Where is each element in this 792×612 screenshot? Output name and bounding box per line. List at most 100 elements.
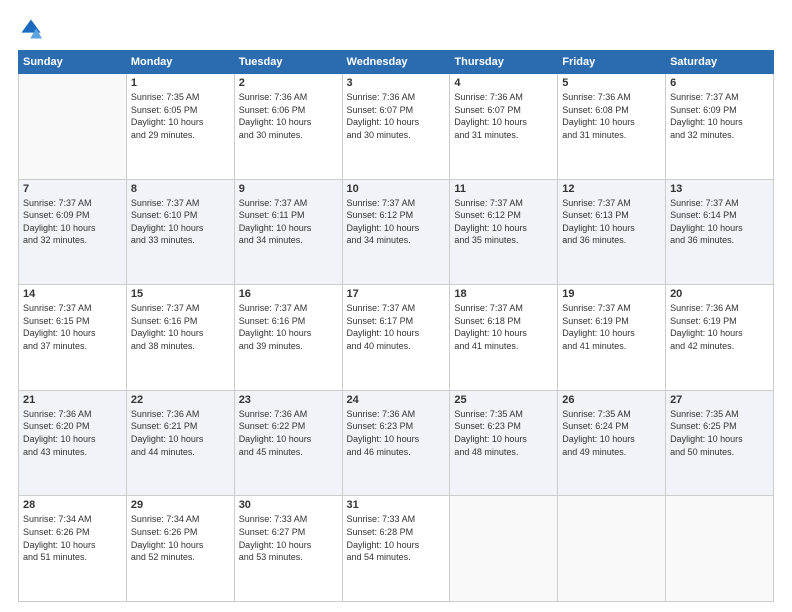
day-number: 15 bbox=[131, 288, 230, 300]
day-info: Sunrise: 7:37 AM Sunset: 6:15 PM Dayligh… bbox=[23, 302, 122, 352]
calendar-cell: 16Sunrise: 7:37 AM Sunset: 6:16 PM Dayli… bbox=[234, 285, 342, 391]
day-info: Sunrise: 7:36 AM Sunset: 6:19 PM Dayligh… bbox=[670, 302, 769, 352]
calendar-cell bbox=[666, 496, 774, 602]
day-number: 14 bbox=[23, 288, 122, 300]
calendar-header-row: SundayMondayTuesdayWednesdayThursdayFrid… bbox=[19, 51, 774, 74]
calendar-cell: 6 Sunrise: 7:37 AM Sunset: 6:09 PM Daylig… bbox=[666, 74, 774, 180]
calendar-cell: 28 Sunrise: 7:34 AM Sunset: 6:26 PM Dayli… bbox=[19, 496, 127, 602]
calendar-cell bbox=[558, 496, 666, 602]
day-info: Sunrise: 7:37 AM Sunset: 6:19 PM Dayligh… bbox=[562, 302, 661, 352]
calendar-cell: 10 Sunrise: 7:37 AM Sunset: 6:12 PM Dayli… bbox=[342, 179, 450, 285]
calendar-cell: 8 Sunrise: 7:37 AM Sunset: 6:10 PM Daylig… bbox=[126, 179, 234, 285]
calendar-week-3: 14 Sunrise: 7:37 AM Sunset: 6:15 PM Dayli… bbox=[19, 285, 774, 391]
day-info: Sunrise: 7:33 AM Sunset: 6:27 PM Dayligh… bbox=[239, 513, 338, 563]
day-number: 31 bbox=[347, 499, 446, 511]
calendar-cell bbox=[19, 74, 127, 180]
day-info: Sunrise: 7:37 AM Sunset: 6:09 PM Dayligh… bbox=[670, 91, 769, 141]
header-sunday: Sunday bbox=[19, 51, 127, 74]
day-number: 6 bbox=[670, 77, 769, 89]
day-info: Sunrise: 7:35 AM Sunset: 6:24 PM Dayligh… bbox=[562, 408, 661, 458]
calendar-cell: 17 Sunrise: 7:37 AM Sunset: 6:17 PM Dayli… bbox=[342, 285, 450, 391]
calendar-cell: 9Sunrise: 7:37 AM Sunset: 6:11 PM Daylig… bbox=[234, 179, 342, 285]
calendar-cell: 2 Sunrise: 7:36 AM Sunset: 6:06 PM Daylig… bbox=[234, 74, 342, 180]
calendar-cell: 5Sunrise: 7:36 AM Sunset: 6:08 PM Daylig… bbox=[558, 74, 666, 180]
calendar-cell: 7Sunrise: 7:37 AM Sunset: 6:09 PM Daylig… bbox=[19, 179, 127, 285]
logo bbox=[18, 18, 42, 40]
day-info: Sunrise: 7:37 AM Sunset: 6:17 PM Dayligh… bbox=[347, 302, 446, 352]
calendar-table: SundayMondayTuesdayWednesdayThursdayFrid… bbox=[18, 50, 774, 602]
day-info: Sunrise: 7:35 AM Sunset: 6:23 PM Dayligh… bbox=[454, 408, 553, 458]
header-saturday: Saturday bbox=[666, 51, 774, 74]
day-number: 13 bbox=[670, 183, 769, 195]
calendar-cell: 31 Sunrise: 7:33 AM Sunset: 6:28 PM Dayli… bbox=[342, 496, 450, 602]
calendar-cell bbox=[450, 496, 558, 602]
calendar-cell: 30Sunrise: 7:33 AM Sunset: 6:27 PM Dayli… bbox=[234, 496, 342, 602]
header-thursday: Thursday bbox=[450, 51, 558, 74]
day-info: Sunrise: 7:36 AM Sunset: 6:08 PM Dayligh… bbox=[562, 91, 661, 141]
calendar-cell: 13 Sunrise: 7:37 AM Sunset: 6:14 PM Dayli… bbox=[666, 179, 774, 285]
day-number: 2 bbox=[239, 77, 338, 89]
day-number: 24 bbox=[347, 394, 446, 406]
logo-icon bbox=[20, 18, 42, 40]
calendar-week-4: 21Sunrise: 7:36 AM Sunset: 6:20 PM Dayli… bbox=[19, 390, 774, 496]
calendar-cell: 27Sunrise: 7:35 AM Sunset: 6:25 PM Dayli… bbox=[666, 390, 774, 496]
day-number: 26 bbox=[562, 394, 661, 406]
day-info: Sunrise: 7:37 AM Sunset: 6:13 PM Dayligh… bbox=[562, 197, 661, 247]
page: SundayMondayTuesdayWednesdayThursdayFrid… bbox=[0, 0, 792, 612]
day-number: 19 bbox=[562, 288, 661, 300]
day-number: 20 bbox=[670, 288, 769, 300]
header-tuesday: Tuesday bbox=[234, 51, 342, 74]
day-info: Sunrise: 7:37 AM Sunset: 6:12 PM Dayligh… bbox=[347, 197, 446, 247]
day-info: Sunrise: 7:35 AM Sunset: 6:05 PM Dayligh… bbox=[131, 91, 230, 141]
header-friday: Friday bbox=[558, 51, 666, 74]
day-info: Sunrise: 7:37 AM Sunset: 6:12 PM Dayligh… bbox=[454, 197, 553, 247]
calendar-cell: 1Sunrise: 7:35 AM Sunset: 6:05 PM Daylig… bbox=[126, 74, 234, 180]
calendar-cell: 26 Sunrise: 7:35 AM Sunset: 6:24 PM Dayli… bbox=[558, 390, 666, 496]
day-number: 8 bbox=[131, 183, 230, 195]
day-number: 3 bbox=[347, 77, 446, 89]
day-number: 10 bbox=[347, 183, 446, 195]
calendar-cell: 15 Sunrise: 7:37 AM Sunset: 6:16 PM Dayli… bbox=[126, 285, 234, 391]
day-info: Sunrise: 7:33 AM Sunset: 6:28 PM Dayligh… bbox=[347, 513, 446, 563]
calendar-week-2: 7Sunrise: 7:37 AM Sunset: 6:09 PM Daylig… bbox=[19, 179, 774, 285]
calendar-cell: 22Sunrise: 7:36 AM Sunset: 6:21 PM Dayli… bbox=[126, 390, 234, 496]
day-info: Sunrise: 7:37 AM Sunset: 6:10 PM Dayligh… bbox=[131, 197, 230, 247]
calendar-cell: 21Sunrise: 7:36 AM Sunset: 6:20 PM Dayli… bbox=[19, 390, 127, 496]
calendar-cell: 3 Sunrise: 7:36 AM Sunset: 6:07 PM Daylig… bbox=[342, 74, 450, 180]
day-info: Sunrise: 7:34 AM Sunset: 6:26 PM Dayligh… bbox=[131, 513, 230, 563]
day-number: 7 bbox=[23, 183, 122, 195]
day-number: 17 bbox=[347, 288, 446, 300]
day-number: 25 bbox=[454, 394, 553, 406]
day-number: 11 bbox=[454, 183, 553, 195]
calendar-cell: 25 Sunrise: 7:35 AM Sunset: 6:23 PM Dayli… bbox=[450, 390, 558, 496]
calendar-cell: 12 Sunrise: 7:37 AM Sunset: 6:13 PM Dayli… bbox=[558, 179, 666, 285]
day-info: Sunrise: 7:37 AM Sunset: 6:16 PM Dayligh… bbox=[131, 302, 230, 352]
calendar-cell: 11 Sunrise: 7:37 AM Sunset: 6:12 PM Dayli… bbox=[450, 179, 558, 285]
day-number: 29 bbox=[131, 499, 230, 511]
calendar-cell: 29 Sunrise: 7:34 AM Sunset: 6:26 PM Dayli… bbox=[126, 496, 234, 602]
day-info: Sunrise: 7:36 AM Sunset: 6:06 PM Dayligh… bbox=[239, 91, 338, 141]
day-number: 22 bbox=[131, 394, 230, 406]
day-info: Sunrise: 7:37 AM Sunset: 6:18 PM Dayligh… bbox=[454, 302, 553, 352]
header bbox=[18, 18, 774, 40]
calendar-cell: 14 Sunrise: 7:37 AM Sunset: 6:15 PM Dayli… bbox=[19, 285, 127, 391]
calendar-week-5: 28 Sunrise: 7:34 AM Sunset: 6:26 PM Dayli… bbox=[19, 496, 774, 602]
day-number: 12 bbox=[562, 183, 661, 195]
day-info: Sunrise: 7:36 AM Sunset: 6:07 PM Dayligh… bbox=[347, 91, 446, 141]
day-info: Sunrise: 7:37 AM Sunset: 6:16 PM Dayligh… bbox=[239, 302, 338, 352]
calendar-cell: 18Sunrise: 7:37 AM Sunset: 6:18 PM Dayli… bbox=[450, 285, 558, 391]
calendar-cell: 23 Sunrise: 7:36 AM Sunset: 6:22 PM Dayli… bbox=[234, 390, 342, 496]
day-number: 28 bbox=[23, 499, 122, 511]
day-info: Sunrise: 7:37 AM Sunset: 6:14 PM Dayligh… bbox=[670, 197, 769, 247]
day-info: Sunrise: 7:36 AM Sunset: 6:07 PM Dayligh… bbox=[454, 91, 553, 141]
day-info: Sunrise: 7:36 AM Sunset: 6:22 PM Dayligh… bbox=[239, 408, 338, 458]
header-wednesday: Wednesday bbox=[342, 51, 450, 74]
day-number: 27 bbox=[670, 394, 769, 406]
calendar-cell: 20 Sunrise: 7:36 AM Sunset: 6:19 PM Dayli… bbox=[666, 285, 774, 391]
day-number: 23 bbox=[239, 394, 338, 406]
day-info: Sunrise: 7:36 AM Sunset: 6:20 PM Dayligh… bbox=[23, 408, 122, 458]
day-number: 4 bbox=[454, 77, 553, 89]
day-info: Sunrise: 7:34 AM Sunset: 6:26 PM Dayligh… bbox=[23, 513, 122, 563]
day-info: Sunrise: 7:36 AM Sunset: 6:23 PM Dayligh… bbox=[347, 408, 446, 458]
day-number: 9 bbox=[239, 183, 338, 195]
